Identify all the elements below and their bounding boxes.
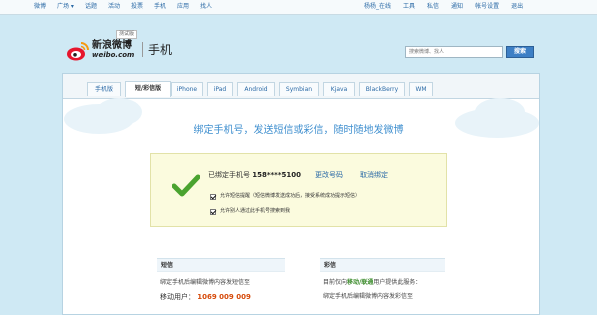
weibo-logo-icon[interactable]: [66, 40, 90, 62]
cloud-decoration: [475, 98, 525, 126]
sms-number: 1069 009 009: [197, 293, 251, 301]
bound-number: 158****5100: [252, 171, 301, 179]
top-bar: 微博 广场 ▾ 话题 活动 投票 手机 应用 找人 杨杨_在线 工具 私信 通知…: [0, 0, 597, 15]
page-title: 手机: [148, 43, 173, 57]
sms-carrier-label: 移动用户：: [160, 293, 195, 301]
tab-blackberry[interactable]: BlackBerry: [359, 82, 405, 96]
username-link[interactable]: 杨杨_在线: [364, 3, 391, 11]
messages-link[interactable]: 私信: [427, 3, 439, 11]
slogan: 绑定手机号，发送短信或彩信，随时随地发微博: [193, 125, 404, 136]
nav-square[interactable]: 广场 ▾: [57, 3, 74, 11]
nav-topics[interactable]: 话题: [85, 3, 97, 11]
sms-desc: 绑定手机后编辑微博内容发短信至: [160, 279, 251, 286]
nav-weibo[interactable]: 微博: [34, 3, 46, 11]
nav-find-people[interactable]: 找人: [200, 3, 212, 11]
tab-android[interactable]: Android: [237, 82, 275, 96]
tab-mobile-version[interactable]: 手机版: [87, 82, 121, 96]
nav-mobile[interactable]: 手机: [154, 3, 166, 11]
nav-votes[interactable]: 投票: [131, 3, 143, 11]
mms-desc2: 绑定手机后编辑微博内容发彩信至: [323, 293, 414, 300]
user-nav: 杨杨_在线 工具 私信 通知 帐号设置 退出: [364, 3, 523, 11]
logout-link[interactable]: 退出: [511, 3, 523, 11]
tools-link[interactable]: 工具: [403, 3, 415, 11]
mms-desc-suffix: 用户提供此服务：: [373, 279, 422, 286]
bound-number-status: 已绑定手机号 158****5100: [208, 171, 301, 180]
tab-ipad[interactable]: iPad: [207, 82, 233, 96]
bound-prefix: 已绑定手机号: [208, 171, 250, 179]
sms-reminder-checkbox[interactable]: [210, 194, 216, 200]
mms-desc: 目前仅向移动/联通用户提供此服务：: [323, 279, 421, 287]
change-number-link[interactable]: 更改号码: [315, 171, 343, 180]
sms-section-title: 短信: [157, 258, 285, 272]
mms-carriers: 移动/联通: [347, 279, 374, 286]
search-input[interactable]: [405, 46, 503, 58]
brand-name: 新浪微博: [92, 40, 132, 51]
nav-apps[interactable]: 应用: [177, 3, 189, 11]
brand-domain: weibo.com: [92, 51, 135, 59]
tab-symbian[interactable]: Symbian: [279, 82, 319, 96]
tab-wm[interactable]: WM: [409, 82, 433, 96]
tab-sms-mms[interactable]: 短/彩信版: [125, 81, 171, 97]
tab-iphone[interactable]: iPhone: [171, 82, 203, 96]
searchable-checkbox[interactable]: [210, 209, 216, 215]
searchable-label: 允许别人通过此手机号搜索到我: [220, 208, 291, 214]
brand[interactable]: 新浪微博 weibo.com: [92, 40, 134, 59]
sms-reminder-label: 允许短信提醒（短信微博发送成功后，接受系统成功提示短信）: [220, 193, 361, 199]
unbind-link[interactable]: 取消绑定: [360, 171, 388, 180]
beta-badge: 测试版: [116, 30, 138, 39]
mms-section-title: 彩信: [320, 258, 445, 272]
tab-bar: 手机版 短/彩信版 iPhone iPad Android Symbian Kj…: [63, 74, 539, 99]
header-divider: [142, 42, 143, 57]
cloud-decoration: [96, 98, 142, 126]
checkmark-icon: [172, 174, 200, 197]
top-nav: 微博 广场 ▾ 话题 活动 投票 手机 应用 找人: [34, 3, 212, 11]
mms-desc-prefix: 目前仅向: [323, 279, 348, 286]
search-button[interactable]: 搜索: [506, 46, 534, 58]
tab-kjava[interactable]: Kjava: [323, 82, 355, 96]
nav-events[interactable]: 活动: [108, 3, 120, 11]
account-settings-link[interactable]: 帐号设置: [475, 3, 499, 11]
notifications-link[interactable]: 通知: [451, 3, 463, 11]
sms-number-line: 移动用户： 1069 009 009: [160, 293, 251, 302]
